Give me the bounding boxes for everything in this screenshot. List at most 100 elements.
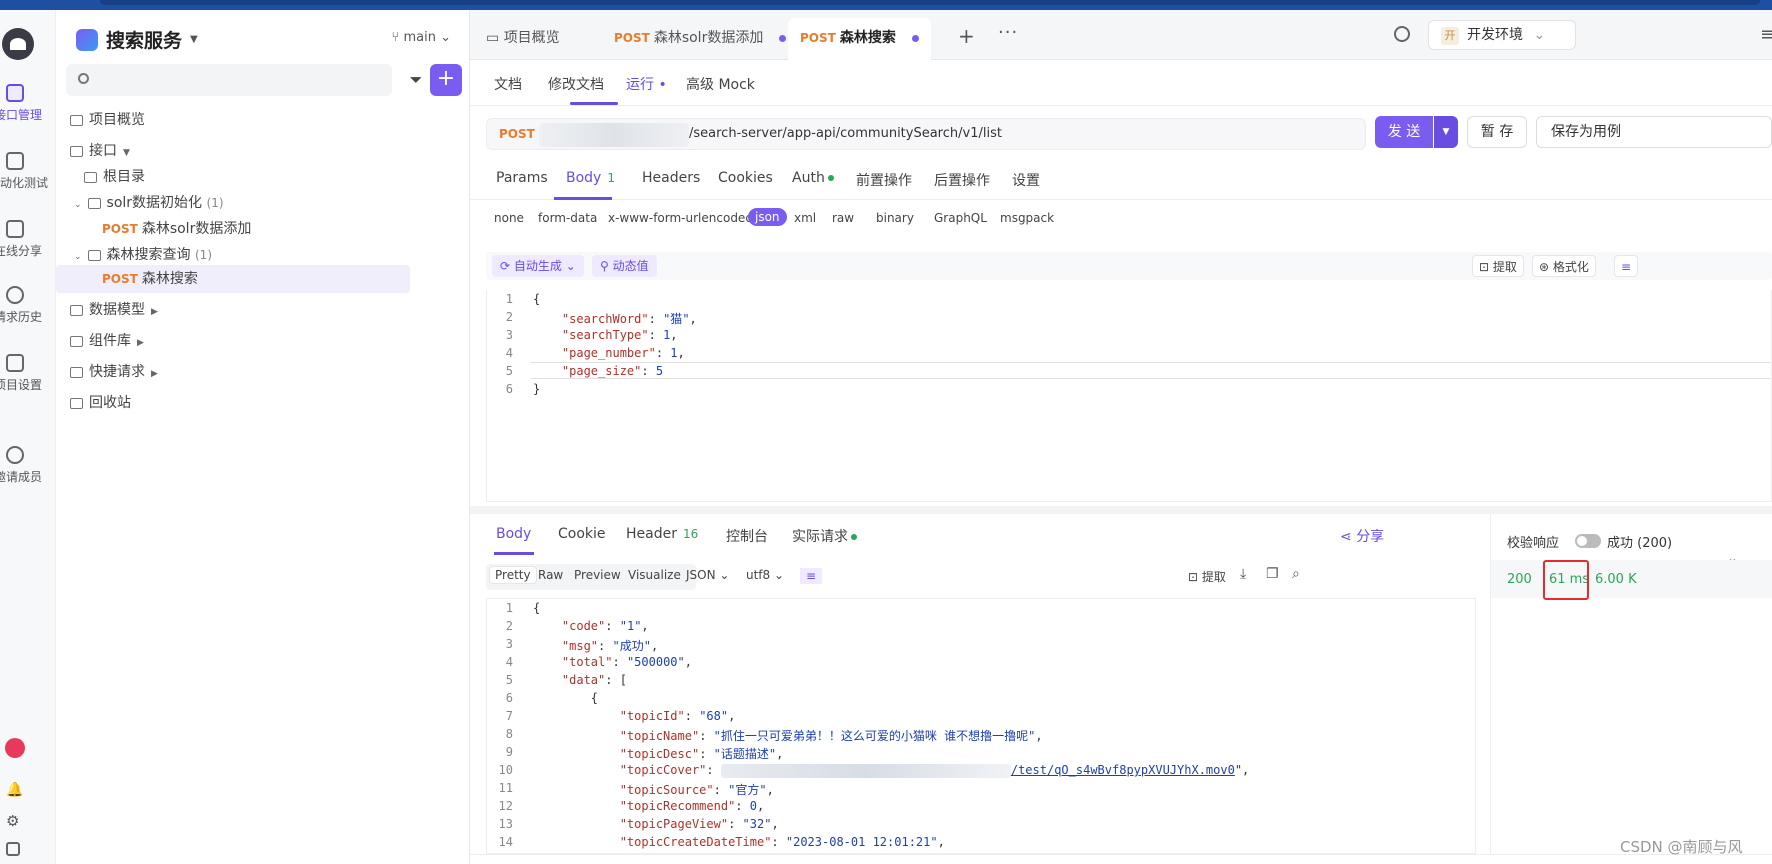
chevron-right-icon: ▶ xyxy=(137,338,144,348)
environment-selector[interactable]: 开开发环境 ⌄ xyxy=(1428,20,1576,50)
settings-icon xyxy=(6,354,24,372)
folder-icon xyxy=(87,249,101,261)
download-icon[interactable]: ⤓ xyxy=(1240,566,1246,582)
tab-settings[interactable]: 设置 xyxy=(1012,170,1040,190)
subnav-doc[interactable]: 文档 xyxy=(494,74,522,94)
interface-icon xyxy=(70,145,83,157)
url-input[interactable]: POST /search-server/app-api/communitySea… xyxy=(486,118,1366,150)
more-tabs-button[interactable]: ··· xyxy=(998,22,1018,43)
view-pretty[interactable]: Pretty xyxy=(490,567,536,583)
rail-history[interactable]: 请求历史 xyxy=(0,286,55,325)
body-type-raw[interactable]: raw xyxy=(832,211,854,225)
refresh-icon[interactable] xyxy=(1394,26,1410,42)
search-input[interactable] xyxy=(66,64,392,96)
search-icon[interactable]: ⌕ xyxy=(1292,566,1300,582)
chevron-down-icon: ▼ xyxy=(123,148,130,158)
tree-trash[interactable]: 回收站 xyxy=(56,389,460,417)
active-underline xyxy=(570,102,618,105)
tab-solr-add[interactable]: POST 森林solr数据添加 xyxy=(602,18,798,60)
save-draft-button[interactable]: 暂 存 xyxy=(1467,116,1527,148)
active-underline xyxy=(554,197,612,200)
tree-api-forest-search[interactable]: POST 森林搜索 xyxy=(56,265,410,293)
body-type-form-data[interactable]: form-data xyxy=(538,211,597,225)
tab-body[interactable]: Body 1 xyxy=(566,170,615,186)
body-type-none[interactable]: none xyxy=(494,211,524,225)
body-type-binary[interactable]: binary xyxy=(876,211,914,225)
tree-overview[interactable]: 项目概览 xyxy=(56,106,460,134)
check-toggle[interactable] xyxy=(1575,534,1601,548)
rail-api-management[interactable]: 接口管理 xyxy=(0,84,55,123)
view-raw[interactable]: Raw xyxy=(538,568,563,582)
menu-icon[interactable]: ≡ xyxy=(1760,24,1772,45)
gear-icon[interactable]: ⚙ xyxy=(6,812,24,830)
response-extract-button[interactable]: ⊡ 提取 xyxy=(1188,568,1226,585)
trash-icon xyxy=(70,397,83,409)
subnav-mock[interactable]: 高级 Mock xyxy=(686,74,755,94)
send-button[interactable]: 发 送 xyxy=(1375,116,1433,148)
wrap-icon[interactable]: ≡ xyxy=(1614,255,1639,277)
branch-selector[interactable]: ⑂ main ⌄ xyxy=(392,30,451,45)
body-type-xml[interactable]: xml xyxy=(794,211,816,225)
folder-icon xyxy=(87,197,101,209)
body-type-json[interactable]: json xyxy=(748,208,787,226)
subnav-run[interactable]: 运行 • xyxy=(626,74,667,94)
active-underline xyxy=(494,552,534,555)
tree-folder-solr-init[interactable]: ⌄ solr数据初始化 (1) xyxy=(56,189,460,217)
rail-invite[interactable]: 邀请成员 xyxy=(0,446,55,485)
tab-forest-search[interactable]: POST 森林搜索 xyxy=(788,18,931,60)
tab-auth[interactable]: Auth xyxy=(792,170,834,186)
resp-tab-actual[interactable]: 实际请求 xyxy=(792,526,857,546)
tree-data-models[interactable]: 数据模型 ▶ xyxy=(56,296,460,324)
project-switcher[interactable]: 搜索服务 ▼ xyxy=(76,26,198,53)
tree-root[interactable]: 根目录 xyxy=(56,163,460,191)
share-button[interactable]: ⋖ 分享 xyxy=(1340,526,1384,546)
tab-params[interactable]: Params xyxy=(496,170,548,186)
bell-icon[interactable]: 🔔 xyxy=(6,782,24,800)
body-type-urlencoded[interactable]: x-www-form-urlencoded xyxy=(608,211,753,225)
help-icon[interactable] xyxy=(6,842,20,856)
add-button[interactable]: + xyxy=(430,64,462,96)
resp-tab-body[interactable]: Body xyxy=(496,526,531,542)
filter-button[interactable]: ⏷ xyxy=(402,64,430,96)
view-preview[interactable]: Preview xyxy=(574,568,621,582)
tab-post-ops[interactable]: 后置操作 xyxy=(934,170,990,190)
subnav-edit-doc[interactable]: 修改文档 xyxy=(548,74,604,94)
body-type-msgpack[interactable]: msgpack xyxy=(1000,211,1054,225)
resp-tab-cookie[interactable]: Cookie xyxy=(558,526,606,542)
redacted-url xyxy=(720,763,1011,778)
interface-subnav: 文档 修改文档 运行 • 高级 Mock xyxy=(470,60,1772,106)
tree-quick-requests[interactable]: 快捷请求 ▶ xyxy=(56,358,460,386)
tree-interfaces[interactable]: 接口 ▼ xyxy=(56,137,460,165)
response-body-viewer[interactable]: 1{ 2 "code": "1", 3 "msg": "成功", 4 "tota… xyxy=(486,598,1476,854)
tab-headers[interactable]: Headers xyxy=(642,170,700,186)
send-options-button[interactable]: ▼ xyxy=(1434,116,1458,148)
format-type-select[interactable]: JSON ⌄ xyxy=(686,568,729,582)
tab-cookies[interactable]: Cookies xyxy=(718,170,773,186)
wrap-icon[interactable]: ≡ xyxy=(800,568,823,584)
rail-auto-test[interactable]: 自动化测试 xyxy=(0,152,55,191)
rail-project-settings[interactable]: 项目设置 xyxy=(0,354,55,393)
apifox-badge-icon[interactable] xyxy=(5,738,25,758)
resp-tab-console[interactable]: 控制台 xyxy=(726,526,768,546)
panel-resize-handle[interactable] xyxy=(470,506,1772,514)
save-as-case-button[interactable]: 保存为用例 xyxy=(1536,116,1772,148)
encoding-select[interactable]: utf8 ⌄ xyxy=(746,568,784,582)
auto-generate-button[interactable]: ⟳ 自动生成 ⌄ xyxy=(492,255,584,277)
rail-online-share[interactable]: 在线分享 xyxy=(0,220,55,259)
copy-icon[interactable]: ❐ xyxy=(1266,566,1279,582)
body-type-graphql[interactable]: GraphQL xyxy=(934,211,987,225)
tab-pre-ops[interactable]: 前置操作 xyxy=(856,170,912,190)
format-button[interactable]: ⊛ 格式化 xyxy=(1532,255,1596,277)
search-icon xyxy=(78,73,89,84)
dynamic-value-button[interactable]: ⚲ 动态值 xyxy=(592,255,657,277)
extract-button[interactable]: ⊡ 提取 xyxy=(1472,255,1524,277)
unsaved-dot xyxy=(911,34,919,42)
view-visualize[interactable]: Visualize xyxy=(628,568,681,582)
tree-components[interactable]: 组件库 ▶ xyxy=(56,327,460,355)
tab-project-overview[interactable]: ▭ 项目概览 xyxy=(474,18,572,60)
request-body-editor[interactable]: 1{ 2 "searchWord": "猫", 3 "searchType": … xyxy=(486,290,1772,502)
new-tab-button[interactable]: + xyxy=(958,24,975,48)
resp-tab-header[interactable]: Header 16 xyxy=(626,526,698,542)
response-stats: 200 61 ms 6.00 K xyxy=(1491,560,1772,600)
tree-api-solr-add[interactable]: POST 森林solr数据添加 xyxy=(56,215,460,243)
